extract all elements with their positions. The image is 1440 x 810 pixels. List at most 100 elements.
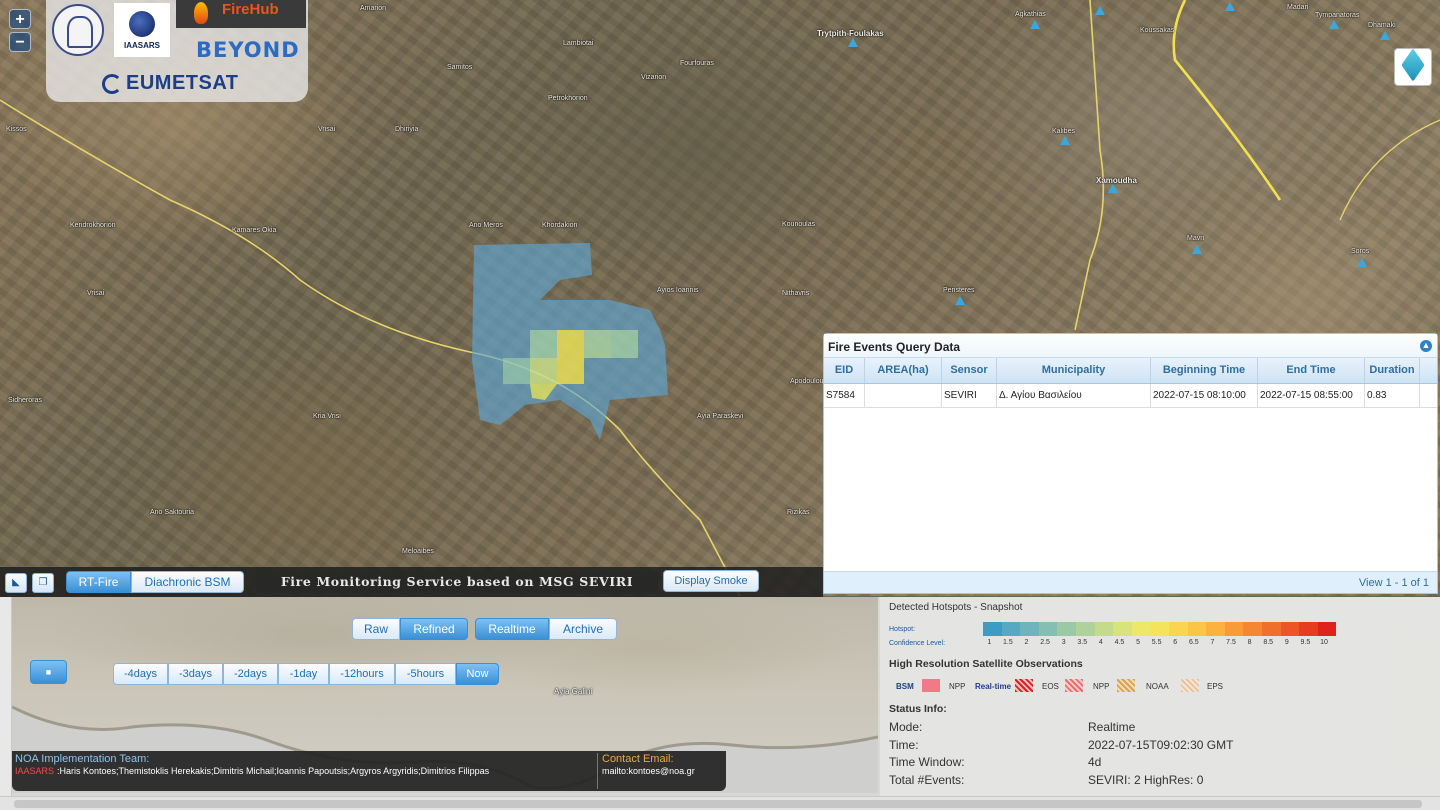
hr-observations-title: High Resolution Satellite Observations	[889, 658, 1083, 670]
raw-toggle[interactable]: Raw	[352, 618, 400, 640]
step-minus-4days[interactable]: -4days	[113, 663, 168, 685]
status-events-key: Total #Events:	[889, 773, 965, 787]
cell-end-time: 2022-07-15 08:55:00	[1258, 384, 1365, 407]
step-minus-12hours[interactable]: -12hours	[329, 663, 395, 685]
grid-body: S7584 SEVIRI Δ. Αγίου Βασιλείου 2022-07-…	[824, 384, 1437, 408]
place-label: Vrisai	[318, 126, 336, 133]
confidence-swatch	[1113, 622, 1132, 636]
place-label: Koussakas	[1140, 27, 1175, 34]
place-label: Fourfouras	[680, 60, 714, 67]
peak-icon	[848, 38, 858, 47]
team-credits: NOA Implementation Team: IAASARS :Haris …	[12, 751, 726, 791]
peak-icon	[955, 296, 965, 305]
step-minus-3days[interactable]: -3days	[168, 663, 223, 685]
status-title: Status Info:	[889, 703, 947, 715]
archive-toggle[interactable]: Archive	[549, 618, 617, 640]
legend-realtime-swatch	[1015, 679, 1033, 692]
service-title: Fire Monitoring Service based on MSG SEV…	[256, 571, 658, 593]
place-label: Trytpith-Foulakas	[817, 29, 884, 38]
confidence-color-scale	[983, 622, 1337, 636]
legend-eps-label: EPS	[1207, 682, 1224, 691]
step-minus-2days[interactable]: -2days	[223, 663, 278, 685]
firehub-logo: FireHub	[176, 0, 306, 28]
contact-email-link[interactable]: mailto:kontoes@noa.gr	[602, 766, 695, 776]
place-label: Sidheroras	[8, 397, 42, 404]
place-label: Peristeres	[943, 287, 975, 294]
confidence-tick: 7	[1210, 639, 1215, 646]
column-header-eid[interactable]: EID	[824, 358, 865, 383]
hr-legend: BSM NPP Real-time EOS NPP NOAA EPS	[896, 679, 1436, 693]
confidence-tick: 8.5	[1263, 639, 1274, 646]
collapse-grid-button[interactable]: ▲	[1420, 340, 1432, 352]
scrollbar-thumb[interactable]	[14, 800, 1422, 808]
place-label: Petrokhorion	[548, 95, 588, 102]
contact-title: Contact Email:	[602, 753, 674, 765]
diachronic-bsm-tab[interactable]: Diachronic BSM	[131, 571, 244, 593]
column-header-area[interactable]: AREA(ha)	[865, 358, 942, 383]
confidence-tick: 4	[1098, 639, 1103, 646]
realtime-toggle[interactable]: Realtime	[475, 618, 549, 640]
stop-button[interactable]: ■	[30, 660, 67, 684]
peak-icon	[1108, 184, 1118, 193]
place-label: Dhamaki	[1368, 22, 1396, 29]
firehub-logo-text: FireHub	[222, 1, 279, 18]
place-label: Kounoulas	[782, 221, 816, 228]
legend-bsm-label: BSM	[896, 682, 914, 691]
step-now[interactable]: Now	[456, 663, 499, 685]
table-row[interactable]: S7584 SEVIRI Δ. Αγίου Βασιλείου 2022-07-…	[824, 384, 1437, 408]
grid-title: Fire Events Query Data	[828, 340, 961, 354]
confidence-swatch	[1299, 622, 1318, 636]
column-header-duration[interactable]: Duration	[1365, 358, 1420, 383]
vertical-scrollbar[interactable]	[0, 597, 12, 810]
iaasars-logo-text: IAASARS	[123, 41, 160, 50]
grid-header: EID AREA(ha) Sensor Municipality Beginni…	[824, 358, 1437, 384]
step-minus-1day[interactable]: -1day	[278, 663, 329, 685]
peak-icon	[1357, 258, 1367, 267]
display-smoke-button[interactable]: Display Smoke	[663, 570, 759, 592]
cell-sensor: SEVIRI	[942, 384, 997, 407]
confidence-tick: 4.5	[1114, 639, 1125, 646]
legend-eos-swatch	[1065, 679, 1083, 692]
status-events-value: SEVIRI: 2 HighRes: 0	[1088, 773, 1204, 787]
divider	[597, 753, 598, 789]
layer-switcher-button[interactable]	[1394, 48, 1432, 86]
peak-icon	[1380, 31, 1390, 40]
step-minus-5hours[interactable]: -5hours	[395, 663, 456, 685]
column-header-end-time[interactable]: End Time	[1258, 358, 1365, 383]
cell-duration: 0.83	[1365, 384, 1420, 407]
burn-cell	[530, 358, 557, 384]
place-label: Samitos	[447, 64, 473, 71]
hotspot-label: Hotspot:	[889, 626, 916, 633]
windows-icon[interactable]: ❐	[32, 573, 54, 593]
confidence-ticks: 1 1.5 2 2.5 3 3.5 4 4.5 5 5.5 6 6.5 7 7.5 8 8.5 9 9.5 10	[980, 639, 1333, 646]
refined-toggle[interactable]: Refined	[400, 618, 468, 640]
confidence-swatch	[1187, 622, 1207, 636]
zoom-out-button[interactable]: −	[9, 32, 31, 52]
status-mode-key: Mode:	[889, 720, 923, 734]
column-header-municipality[interactable]: Municipality	[997, 358, 1151, 383]
fire-monitoring-app: Amarion Kissos Vrisai Dhiriyia Lambiotai…	[0, 0, 1440, 810]
fire-events-grid: Fire Events Query Data ▲ EID AREA(ha) Se…	[823, 333, 1438, 594]
confidence-tick: 1.5	[1003, 639, 1013, 646]
burn-cell	[557, 330, 584, 358]
column-header-sensor[interactable]: Sensor	[942, 358, 997, 383]
peak-icon	[1329, 20, 1339, 29]
burn-overlay	[472, 243, 668, 440]
status-window-key: Time Window:	[889, 755, 965, 769]
burn-cell	[503, 358, 530, 384]
place-label: Soros	[1351, 248, 1370, 255]
confidence-swatch	[1280, 622, 1300, 636]
horizontal-scrollbar[interactable]	[0, 796, 1440, 810]
rt-fire-tab[interactable]: RT-Fire	[66, 571, 131, 593]
eumetsat-logo: EUMETSAT	[100, 72, 239, 95]
place-label: Kamares Okia	[232, 227, 277, 234]
peak-icon	[1060, 136, 1070, 145]
place-label: Vizarion	[641, 74, 667, 81]
confidence-tick: 2	[1024, 639, 1029, 646]
snapshot-title: Detected Hotspots - Snapshot	[889, 602, 1023, 613]
column-header-beginning-time[interactable]: Beginning Time	[1151, 358, 1258, 383]
eumetsat-logo-text: EUMETSAT	[126, 72, 239, 94]
zoom-in-button[interactable]: +	[9, 9, 31, 29]
confidence-swatch	[1131, 622, 1151, 636]
pointer-icon[interactable]: ◣	[5, 573, 27, 593]
